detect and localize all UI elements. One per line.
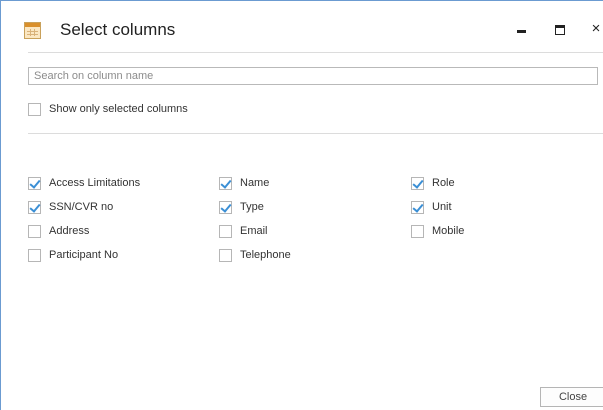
column-checkbox[interactable] bbox=[28, 200, 41, 214]
column-label: Role bbox=[432, 177, 455, 189]
maximize-button[interactable] bbox=[550, 19, 570, 39]
column-option[interactable]: Type bbox=[219, 199, 264, 215]
column-option[interactable]: Name bbox=[219, 175, 269, 191]
close-button[interactable]: Close bbox=[540, 387, 603, 407]
close-window-button[interactable]: × bbox=[586, 19, 603, 39]
column-label: Telephone bbox=[240, 249, 291, 261]
column-option[interactable]: Access Limitations bbox=[28, 175, 140, 191]
column-label: Name bbox=[240, 177, 270, 189]
column-label: SSN/CVR no bbox=[49, 201, 114, 213]
column-label: Access Limitations bbox=[49, 177, 141, 189]
column-label: Unit bbox=[432, 201, 452, 213]
column-option[interactable]: Participant No bbox=[28, 247, 118, 263]
maximize-icon bbox=[555, 24, 565, 35]
column-checkbox[interactable] bbox=[219, 248, 232, 262]
options-divider bbox=[28, 133, 603, 134]
column-checkbox[interactable] bbox=[28, 224, 41, 238]
column-option[interactable]: Unit bbox=[411, 199, 452, 215]
column-checkbox[interactable] bbox=[411, 224, 424, 238]
column-option[interactable]: Role bbox=[411, 175, 455, 191]
column-checkbox[interactable] bbox=[411, 176, 424, 190]
column-option[interactable]: Address bbox=[28, 223, 89, 239]
column-option[interactable]: Telephone bbox=[219, 247, 291, 263]
column-label: Email bbox=[240, 225, 268, 237]
minimize-icon bbox=[516, 30, 526, 34]
show-only-selected-checkbox[interactable] bbox=[28, 102, 41, 116]
column-label: Participant No bbox=[49, 249, 119, 261]
column-label: Type bbox=[240, 201, 264, 213]
select-columns-dialog: Select columns × Show only selected colu… bbox=[0, 0, 603, 410]
column-label: Mobile bbox=[432, 225, 465, 237]
dialog-title: Select columns bbox=[60, 20, 176, 39]
table-icon bbox=[24, 22, 41, 39]
column-checkbox[interactable] bbox=[411, 200, 424, 214]
column-option[interactable]: Email bbox=[219, 223, 268, 239]
column-checkbox[interactable] bbox=[219, 224, 232, 238]
column-checkbox[interactable] bbox=[219, 176, 232, 190]
show-only-selected-label: Show only selected columns bbox=[49, 103, 188, 115]
column-checkbox[interactable] bbox=[219, 200, 232, 214]
column-option[interactable]: Mobile bbox=[411, 223, 464, 239]
search-input[interactable] bbox=[28, 67, 598, 85]
minimize-button[interactable] bbox=[511, 19, 531, 39]
show-only-selected-option[interactable]: Show only selected columns bbox=[28, 101, 188, 117]
title-divider bbox=[28, 52, 603, 53]
column-checkbox[interactable] bbox=[28, 176, 41, 190]
column-option[interactable]: SSN/CVR no bbox=[28, 199, 113, 215]
column-checkbox[interactable] bbox=[28, 248, 41, 262]
column-label: Address bbox=[49, 225, 90, 237]
